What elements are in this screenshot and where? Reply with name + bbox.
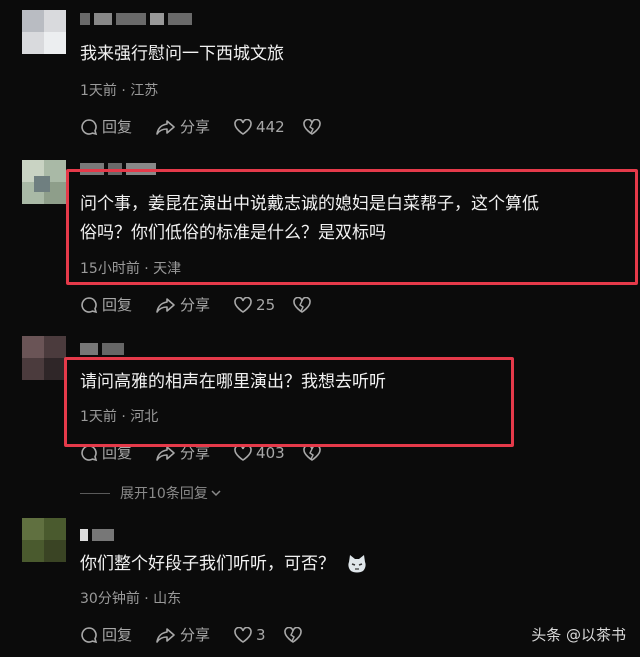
- share-icon: [156, 627, 175, 643]
- share-icon: [156, 119, 175, 135]
- comment-actions: 回复 分享 442: [80, 116, 349, 137]
- share-icon: [156, 297, 175, 313]
- heart-icon: [234, 626, 252, 643]
- comment-meta: 1天前 · 江苏: [80, 83, 159, 99]
- avatar[interactable]: [22, 336, 66, 380]
- highlight-box: [64, 357, 514, 447]
- share-button[interactable]: 分享: [156, 294, 210, 315]
- expand-replies-button[interactable]: 展开10条回复: [80, 483, 222, 503]
- comment-actions: 回复 分享 3: [80, 624, 330, 645]
- highlight-box: [66, 169, 638, 285]
- avatar[interactable]: [22, 10, 66, 54]
- share-button[interactable]: 分享: [156, 624, 210, 645]
- avatar[interactable]: [22, 160, 66, 204]
- username-blurred[interactable]: [80, 340, 128, 355]
- heart-icon: [234, 118, 252, 135]
- reply-button[interactable]: 回复: [80, 624, 132, 645]
- like-button[interactable]: 25: [234, 296, 275, 314]
- username-blurred[interactable]: [80, 10, 196, 25]
- broken-heart-icon: [302, 118, 321, 135]
- divider: [80, 492, 110, 494]
- dislike-button[interactable]: [283, 626, 306, 643]
- comment-text: 你们整个好段子我们听听，可否？: [80, 550, 368, 579]
- chevron-down-icon: [211, 490, 221, 497]
- username-blurred[interactable]: [80, 526, 118, 541]
- heart-icon: [234, 296, 252, 313]
- dislike-button[interactable]: [293, 296, 315, 313]
- broken-heart-icon: [293, 296, 311, 313]
- comment-icon: [81, 626, 98, 643]
- reply-button[interactable]: 回复: [80, 116, 132, 137]
- comment-icon: [81, 296, 98, 313]
- reply-button[interactable]: 回复: [80, 294, 132, 315]
- comment-meta: 30分钟前 · 山东: [80, 591, 182, 607]
- cat-emoji-icon: [348, 555, 367, 573]
- share-button[interactable]: 分享: [156, 116, 210, 137]
- dislike-button[interactable]: [302, 118, 325, 135]
- like-button[interactable]: 3: [234, 626, 266, 644]
- watermark: 头条 @以茶书: [531, 626, 626, 644]
- avatar[interactable]: [22, 518, 66, 562]
- comment-icon: [81, 118, 98, 135]
- comment-actions: 回复 分享 25: [80, 294, 339, 315]
- like-button[interactable]: 442: [234, 118, 285, 136]
- comment-text: 我来强行慰问一下西城文旅: [80, 44, 284, 64]
- broken-heart-icon: [283, 626, 302, 643]
